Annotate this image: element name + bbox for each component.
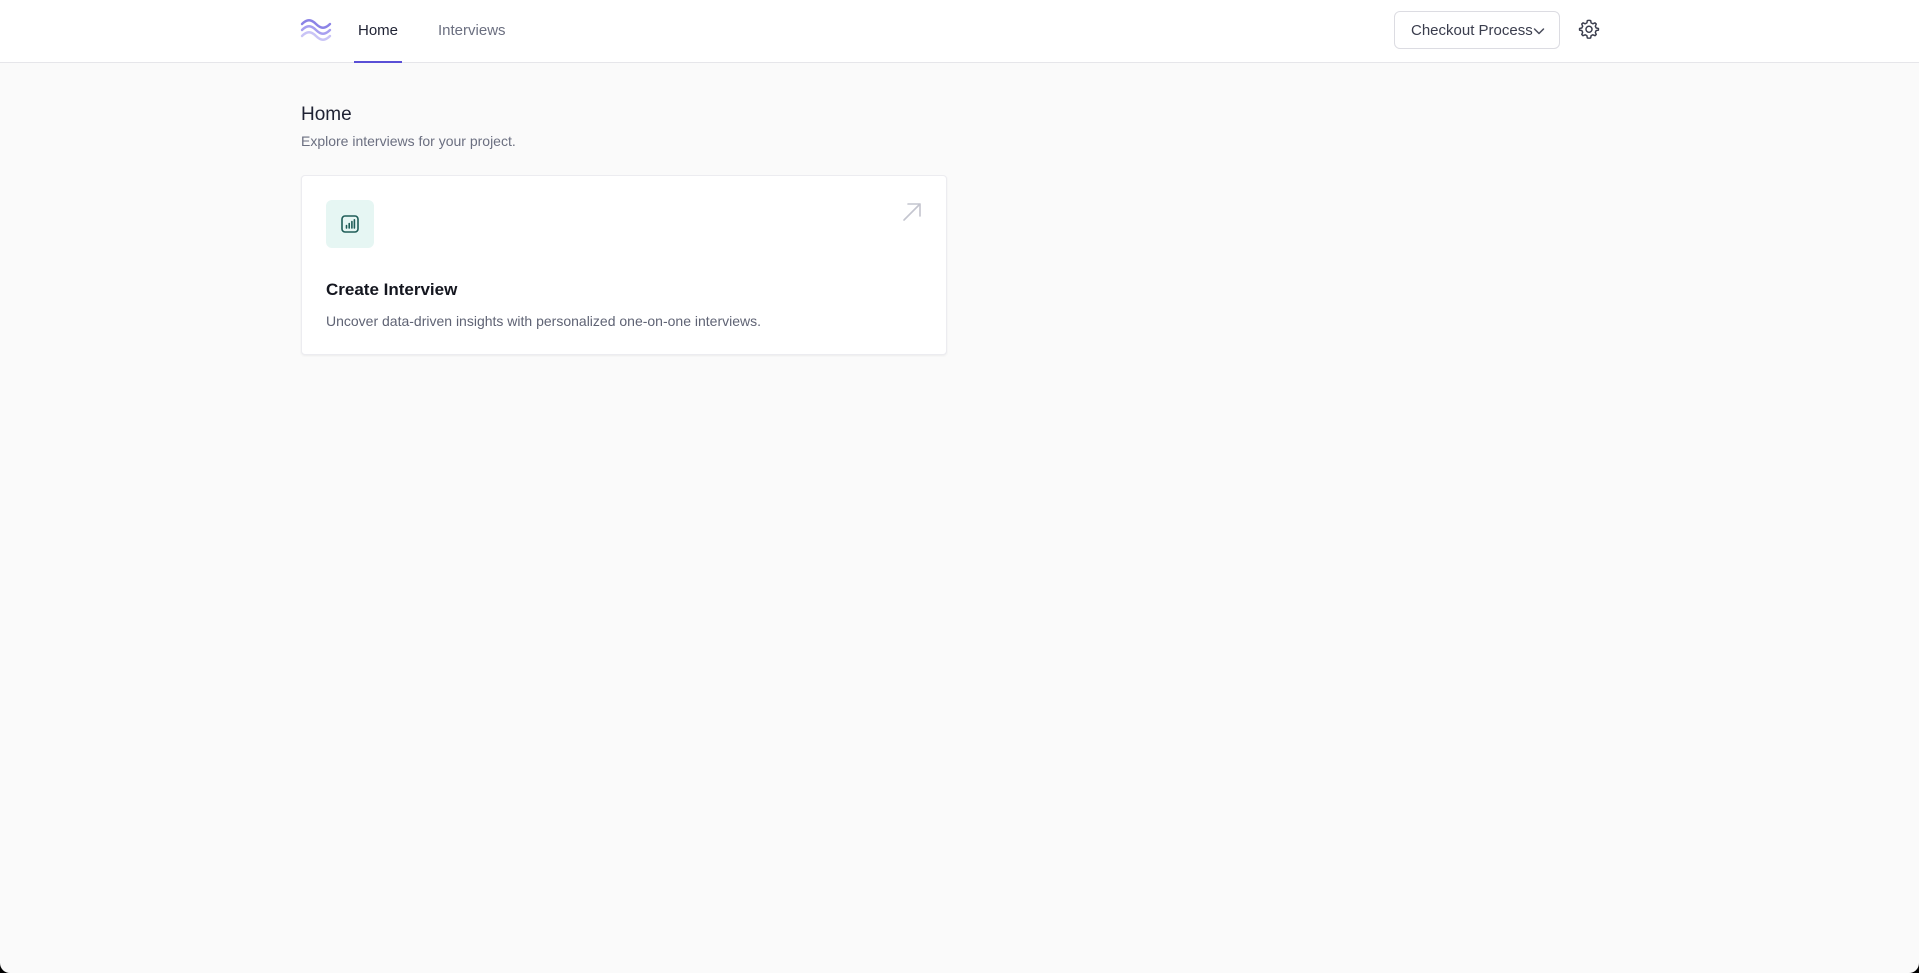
tab-home-label: Home (358, 22, 399, 39)
page-title: Home (301, 104, 352, 125)
bar-chart-icon (341, 215, 359, 233)
active-tab-indicator (354, 61, 402, 63)
project-select[interactable]: Checkout Process (1394, 11, 1560, 49)
card-icon-container (326, 200, 374, 248)
card-title: Create Interview (326, 280, 458, 299)
create-interview-card[interactable]: Create Interview Uncover data-driven ins… (301, 175, 947, 355)
top-navigation-bar: Home Interviews Checkout Process (0, 0, 1919, 63)
page-subtitle: Explore interviews for your project. (301, 133, 516, 149)
tab-home[interactable]: Home (354, 0, 402, 63)
card-description: Uncover data-driven insights with person… (326, 313, 762, 329)
app-window: Home Interviews Checkout Process Home Ex… (0, 0, 1919, 973)
arrow-up-right-icon (903, 203, 921, 221)
chevron-down-icon (1533, 28, 1545, 35)
project-select-value: Checkout Process (1411, 21, 1533, 39)
tab-interviews-label: Interviews (438, 22, 506, 39)
gear-icon[interactable] (1578, 18, 1600, 40)
tab-interviews[interactable]: Interviews (438, 0, 506, 62)
wave-logo-icon[interactable] (300, 18, 332, 42)
